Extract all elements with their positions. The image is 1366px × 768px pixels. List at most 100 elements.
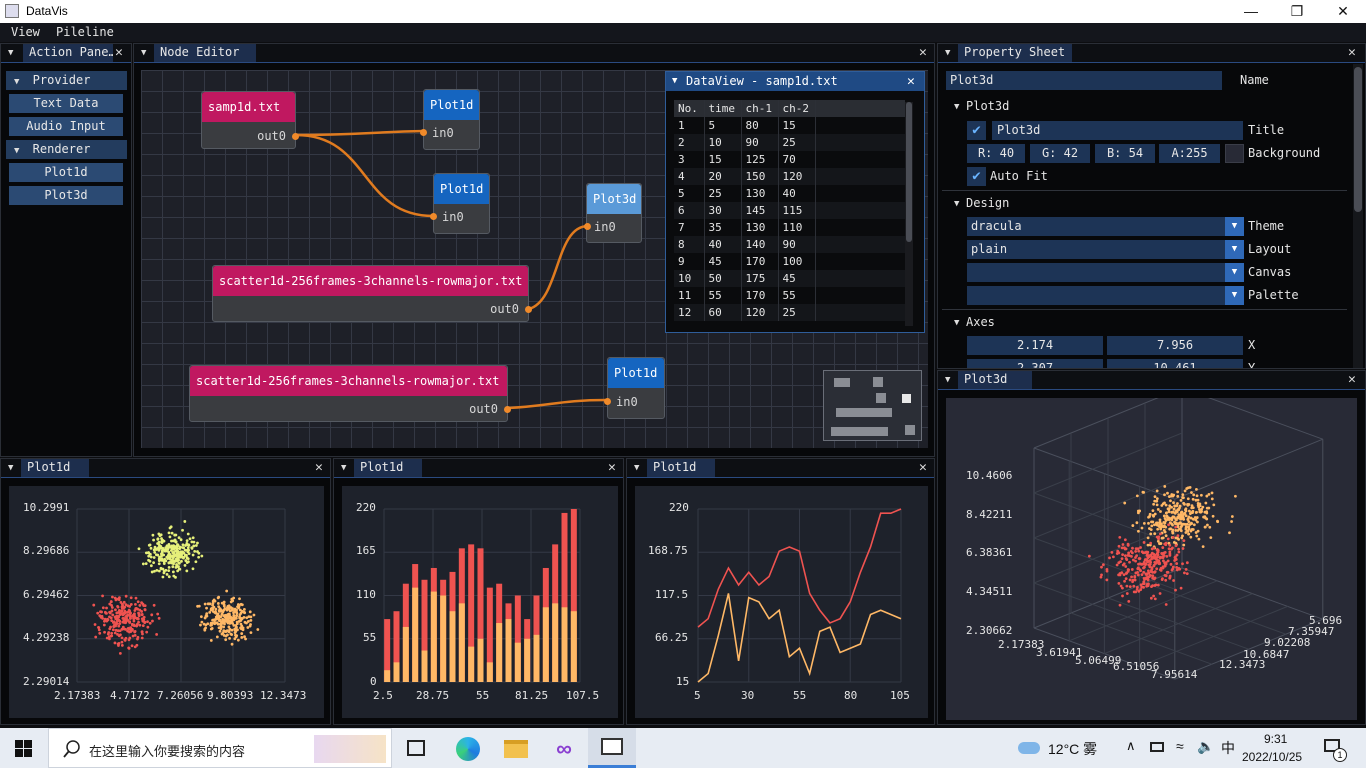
panel-menu-icon[interactable]: ▼ — [945, 48, 950, 58]
table-row[interactable]: 1 5 80 15 — [674, 117, 905, 134]
scrollbar[interactable] — [1353, 64, 1363, 368]
panel-menu-icon[interactable]: ▼ — [945, 375, 950, 385]
node-plot1d-c[interactable]: Plot1d in0 — [604, 357, 665, 419]
tab-plot1d[interactable]: Plot1d — [21, 459, 89, 477]
search-box[interactable]: 在这里输入你要搜索的内容 — [48, 728, 392, 768]
clock-time[interactable]: 9:31 — [1264, 732, 1287, 746]
ime-indicator[interactable]: 中 — [1221, 738, 1235, 758]
close-window-button[interactable]: ✕ — [1320, 0, 1366, 23]
visual-studio-icon[interactable]: ∞ — [552, 737, 576, 761]
section-plot3d[interactable]: Plot3d — [966, 99, 1009, 113]
table-row[interactable]: 3 15 125 70 — [674, 151, 905, 168]
section-axes[interactable]: Axes — [966, 315, 995, 329]
tab-property-sheet[interactable]: Property Sheet — [958, 44, 1072, 62]
name-input[interactable]: Plot3d — [946, 71, 1222, 90]
bg-b-input[interactable]: B: 54 — [1095, 144, 1155, 163]
table-row[interactable]: 8 40 140 90 — [674, 236, 905, 253]
input-pin[interactable] — [584, 223, 591, 230]
input-pin[interactable] — [420, 129, 427, 136]
tab-plot1d[interactable]: Plot1d — [354, 459, 422, 477]
plot3d-canvas[interactable]: 10.4606 8.42211 6.38361 4.34511 2.30662 … — [946, 398, 1357, 720]
input-pin[interactable] — [430, 213, 437, 220]
axes-y-min-input[interactable]: 2.307 — [967, 359, 1103, 368]
datavis-taskbar-app[interactable] — [588, 728, 636, 768]
node-scatter-a[interactable]: scatter1d-256frames-3channels-rowmajor.t… — [212, 265, 532, 322]
table-row[interactable]: 5 25 130 40 — [674, 185, 905, 202]
close-icon[interactable]: ✕ — [907, 74, 915, 89]
file-explorer-icon[interactable] — [504, 740, 528, 758]
tab-plot1d[interactable]: Plot1d — [647, 459, 715, 477]
chevron-up-icon[interactable]: ∧ — [1126, 738, 1136, 754]
dataview-window[interactable]: ▼ DataView - samp1d.txt ✕ No. time ch-1 … — [665, 71, 925, 333]
minimize-button[interactable]: — — [1228, 0, 1274, 23]
bg-r-input[interactable]: R: 40 — [967, 144, 1025, 163]
collapse-icon[interactable]: ▼ — [954, 318, 959, 328]
input-pin[interactable] — [604, 398, 611, 405]
autofit-checkbox[interactable]: ✔ — [967, 167, 986, 186]
bg-a-input[interactable]: A:255 — [1159, 144, 1220, 163]
collapse-icon[interactable]: ▼ — [954, 102, 959, 112]
table-row[interactable]: 4 20 150 120 — [674, 168, 905, 185]
close-icon[interactable]: ✕ — [608, 460, 616, 475]
close-icon[interactable]: ✕ — [1348, 372, 1356, 387]
bg-g-input[interactable]: G: 42 — [1030, 144, 1090, 163]
tab-plot3d[interactable]: Plot3d — [958, 371, 1032, 389]
table-row[interactable]: 12 60 120 25 — [674, 304, 905, 321]
node-minimap[interactable] — [823, 370, 922, 441]
output-pin[interactable] — [504, 406, 511, 413]
column-header[interactable]: ch-2 — [778, 100, 816, 117]
plot-canvas[interactable]: 220 168.75 117.5 66.25 15 5 30 55 80 105 — [635, 486, 928, 718]
axes-x-max-input[interactable]: 7.956 — [1107, 336, 1243, 355]
column-header[interactable]: time — [704, 100, 742, 117]
task-view-icon[interactable] — [407, 740, 425, 756]
title-input[interactable]: Plot3d — [992, 121, 1243, 140]
column-header[interactable]: No. — [674, 100, 705, 117]
bg-color-swatch[interactable] — [1225, 144, 1244, 163]
close-icon[interactable]: ✕ — [315, 460, 323, 475]
battery-icon[interactable] — [1150, 742, 1164, 752]
scrollbar-thumb[interactable] — [1354, 67, 1362, 212]
table-row[interactable]: 6 30 145 115 — [674, 202, 905, 219]
chevron-down-icon[interactable]: ▼ — [1225, 286, 1244, 305]
node-plot1d-b[interactable]: Plot1d in0 — [430, 173, 490, 234]
chevron-down-icon[interactable]: ▼ — [1225, 263, 1244, 282]
column-header[interactable]: ch-1 — [741, 100, 779, 117]
edge-icon[interactable] — [456, 737, 480, 761]
windows-start-icon[interactable] — [15, 740, 32, 757]
title-checkbox[interactable]: ✔ — [967, 121, 986, 140]
panel-menu-icon[interactable]: ▼ — [634, 463, 639, 473]
scrollbar[interactable] — [905, 102, 913, 326]
node-samp1d[interactable]: samp1d.txt out0 — [201, 91, 299, 149]
weather-text[interactable]: 12°C 雾 — [1048, 739, 1097, 759]
section-design[interactable]: Design — [966, 196, 1009, 210]
node-plot3d[interactable]: Plot3d in0 — [584, 183, 642, 243]
theme-select[interactable]: dracula — [967, 217, 1225, 236]
chevron-down-icon[interactable]: ▼ — [1225, 217, 1244, 236]
close-icon[interactable]: ✕ — [919, 460, 927, 475]
palette-select[interactable] — [967, 286, 1225, 305]
collapse-icon[interactable]: ▼ — [672, 76, 677, 86]
output-pin[interactable] — [292, 133, 299, 140]
panel-menu-icon[interactable]: ▼ — [8, 463, 13, 473]
close-icon[interactable]: ✕ — [1348, 45, 1356, 60]
table-row[interactable]: 7 35 130 110 — [674, 219, 905, 236]
clock-date[interactable]: 2022/10/25 — [1242, 750, 1302, 764]
restore-button[interactable]: ❐ — [1274, 0, 1320, 23]
table-row[interactable]: 11 55 170 55 — [674, 287, 905, 304]
node-scatter-b[interactable]: scatter1d-256frames-3channels-rowmajor.t… — [189, 365, 511, 422]
layout-select[interactable]: plain — [967, 240, 1225, 259]
collapse-icon[interactable]: ▼ — [954, 199, 959, 209]
chevron-down-icon[interactable]: ▼ — [1225, 240, 1244, 259]
wifi-icon[interactable]: ≈ — [1176, 738, 1184, 754]
plot-canvas[interactable]: 220 165 110 55 0 2.5 28.75 55 81.25 107.… — [342, 486, 618, 718]
scrollbar-thumb[interactable] — [906, 102, 912, 242]
axes-x-min-input[interactable]: 2.174 — [967, 336, 1103, 355]
axes-y-max-input[interactable]: 10.461 — [1107, 359, 1243, 368]
canvas-select[interactable] — [967, 263, 1225, 282]
table-row[interactable]: 2 10 90 25 — [674, 134, 905, 151]
table-row[interactable]: 9 45 170 100 — [674, 253, 905, 270]
table-row[interactable]: 10 50 175 45 — [674, 270, 905, 287]
plot-canvas[interactable]: 10.2991 8.29686 6.29462 4.29238 2.29014 … — [9, 486, 324, 718]
output-pin[interactable] — [525, 306, 532, 313]
panel-menu-icon[interactable]: ▼ — [341, 463, 346, 473]
